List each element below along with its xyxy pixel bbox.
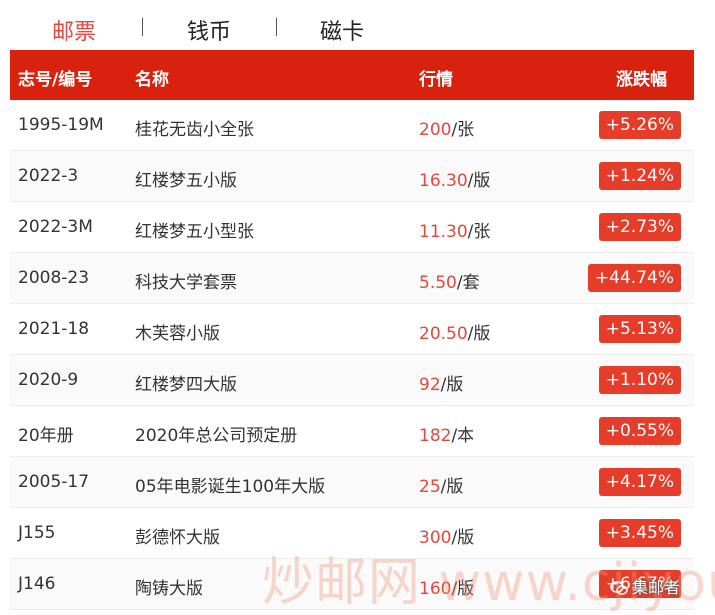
price-cell: 25/版	[419, 472, 463, 497]
price-cell: 92/版	[419, 370, 463, 395]
price-value: 11.30	[419, 222, 468, 242]
change-badge: +1.10%	[598, 366, 681, 394]
price-value: 5.50	[419, 273, 457, 293]
header-id: 志号/编号	[18, 70, 93, 90]
tab-cards[interactable]: 磁卡	[320, 14, 364, 46]
tab-divider	[276, 18, 277, 36]
stamp-name: 科技大学套票	[135, 273, 237, 293]
stamp-id: 2021-18	[18, 319, 90, 339]
price-value: 300	[419, 528, 452, 548]
stamp-id: 20年册	[18, 426, 74, 446]
price-cell: 200/张	[419, 115, 474, 140]
price-unit: /本	[451, 426, 475, 446]
table-row[interactable]: 2022-3 红楼梦五小版 16.30/版 +1.24%	[10, 151, 694, 202]
stamp-name: 05年电影诞生100年大版	[135, 477, 326, 497]
table-row[interactable]: 20年册 2020年总公司预定册 182/本 +0.55%	[10, 406, 694, 457]
price-cell: 160/版	[419, 574, 474, 599]
stamp-id: J146	[18, 574, 56, 594]
table-row[interactable]: 2021-18 木芙蓉小版 20.50/版 +5.13%	[10, 304, 694, 355]
price-value: 182	[419, 426, 452, 446]
wechat-icon	[610, 581, 628, 595]
price-value: 16.30	[419, 171, 468, 191]
price-value: 25	[419, 477, 441, 497]
table-row[interactable]: J146 陶铸大版 160/版 +6.67%	[10, 559, 694, 610]
change-badge: +5.13%	[598, 315, 681, 343]
price-table: 志号/编号 名称 行情 涨跌幅 1995-19M 桂花无齿小全张 200/张 +5.2…	[10, 50, 694, 610]
price-unit: /张	[451, 120, 475, 140]
stamp-name: 红楼梦五小型张	[135, 222, 254, 242]
stamp-name: 红楼梦四大版	[135, 375, 237, 395]
wechat-watermark: 集邮者	[610, 574, 680, 598]
stamp-name: 2020年总公司预定册	[135, 426, 298, 446]
tab-divider	[142, 18, 143, 36]
change-badge: +44.74%	[587, 264, 681, 292]
stamp-id: 2022-3M	[18, 217, 93, 237]
page: 邮票 钱币 磁卡 志号/编号 名称 行情 涨跌幅 1995-19M 桂花无齿小全张…	[0, 0, 715, 615]
change-badge: +3.45%	[598, 519, 681, 547]
price-cell: 11.30/张	[419, 217, 490, 242]
table-row[interactable]: 2005-17 05年电影诞生100年大版 25/版 +4.17%	[10, 457, 694, 508]
price-unit: /版	[440, 477, 464, 497]
stamp-id: 2020-9	[18, 370, 79, 390]
tab-coins[interactable]: 钱币	[187, 14, 231, 46]
price-unit: /版	[451, 528, 475, 548]
price-cell: 16.30/版	[419, 166, 490, 191]
change-badge: +4.17%	[598, 468, 681, 496]
price-unit: /版	[451, 579, 475, 599]
table-row[interactable]: 2008-23 科技大学套票 5.50/套 +44.74%	[10, 253, 694, 304]
price-unit: /版	[467, 171, 491, 191]
price-unit: /版	[440, 375, 464, 395]
stamp-name: 木芙蓉小版	[135, 324, 220, 344]
table-body: 1995-19M 桂花无齿小全张 200/张 +5.26% 2022-3 红楼梦五小版 16…	[10, 100, 694, 610]
price-value: 20.50	[419, 324, 468, 344]
stamp-name: 红楼梦五小版	[135, 171, 237, 191]
change-badge: +5.26%	[598, 111, 681, 139]
price-unit: /张	[467, 222, 491, 242]
table-row[interactable]: 2022-3M 红楼梦五小型张 11.30/张 +2.73%	[10, 202, 694, 253]
price-value: 200	[419, 120, 452, 140]
table-row[interactable]: 1995-19M 桂花无齿小全张 200/张 +5.26%	[10, 100, 694, 151]
change-badge: +1.24%	[598, 162, 681, 190]
price-value: 160	[419, 579, 452, 599]
stamp-id: 1995-19M	[18, 115, 104, 135]
price-cell: 20.50/版	[419, 319, 490, 344]
price-unit: /版	[467, 324, 491, 344]
wechat-name: 集邮者	[632, 578, 681, 597]
tab-stamps[interactable]: 邮票	[52, 14, 96, 46]
stamp-id: J155	[18, 523, 56, 543]
stamp-id: 2008-23	[18, 268, 90, 288]
stamp-name: 彭德怀大版	[135, 528, 220, 548]
header-name: 名称	[135, 70, 169, 90]
header-price: 行情	[419, 70, 453, 90]
table-header: 志号/编号 名称 行情 涨跌幅	[10, 50, 694, 100]
stamp-name: 桂花无齿小全张	[135, 120, 254, 140]
table-row[interactable]: 2020-9 红楼梦四大版 92/版 +1.10%	[10, 355, 694, 406]
change-badge: +2.73%	[598, 213, 681, 241]
category-tabs: 邮票 钱币 磁卡	[0, 0, 715, 50]
price-unit: /套	[456, 273, 480, 293]
stamp-id: 2022-3	[18, 166, 79, 186]
table-row[interactable]: J155 彭德怀大版 300/版 +3.45%	[10, 508, 694, 559]
price-value: 92	[419, 375, 441, 395]
header-change: 涨跌幅	[616, 70, 667, 90]
stamp-id: 2005-17	[18, 472, 90, 492]
price-cell: 182/本	[419, 421, 474, 446]
price-cell: 5.50/套	[419, 268, 480, 293]
price-cell: 300/版	[419, 523, 474, 548]
change-badge: +0.55%	[598, 417, 681, 445]
stamp-name: 陶铸大版	[135, 579, 203, 599]
